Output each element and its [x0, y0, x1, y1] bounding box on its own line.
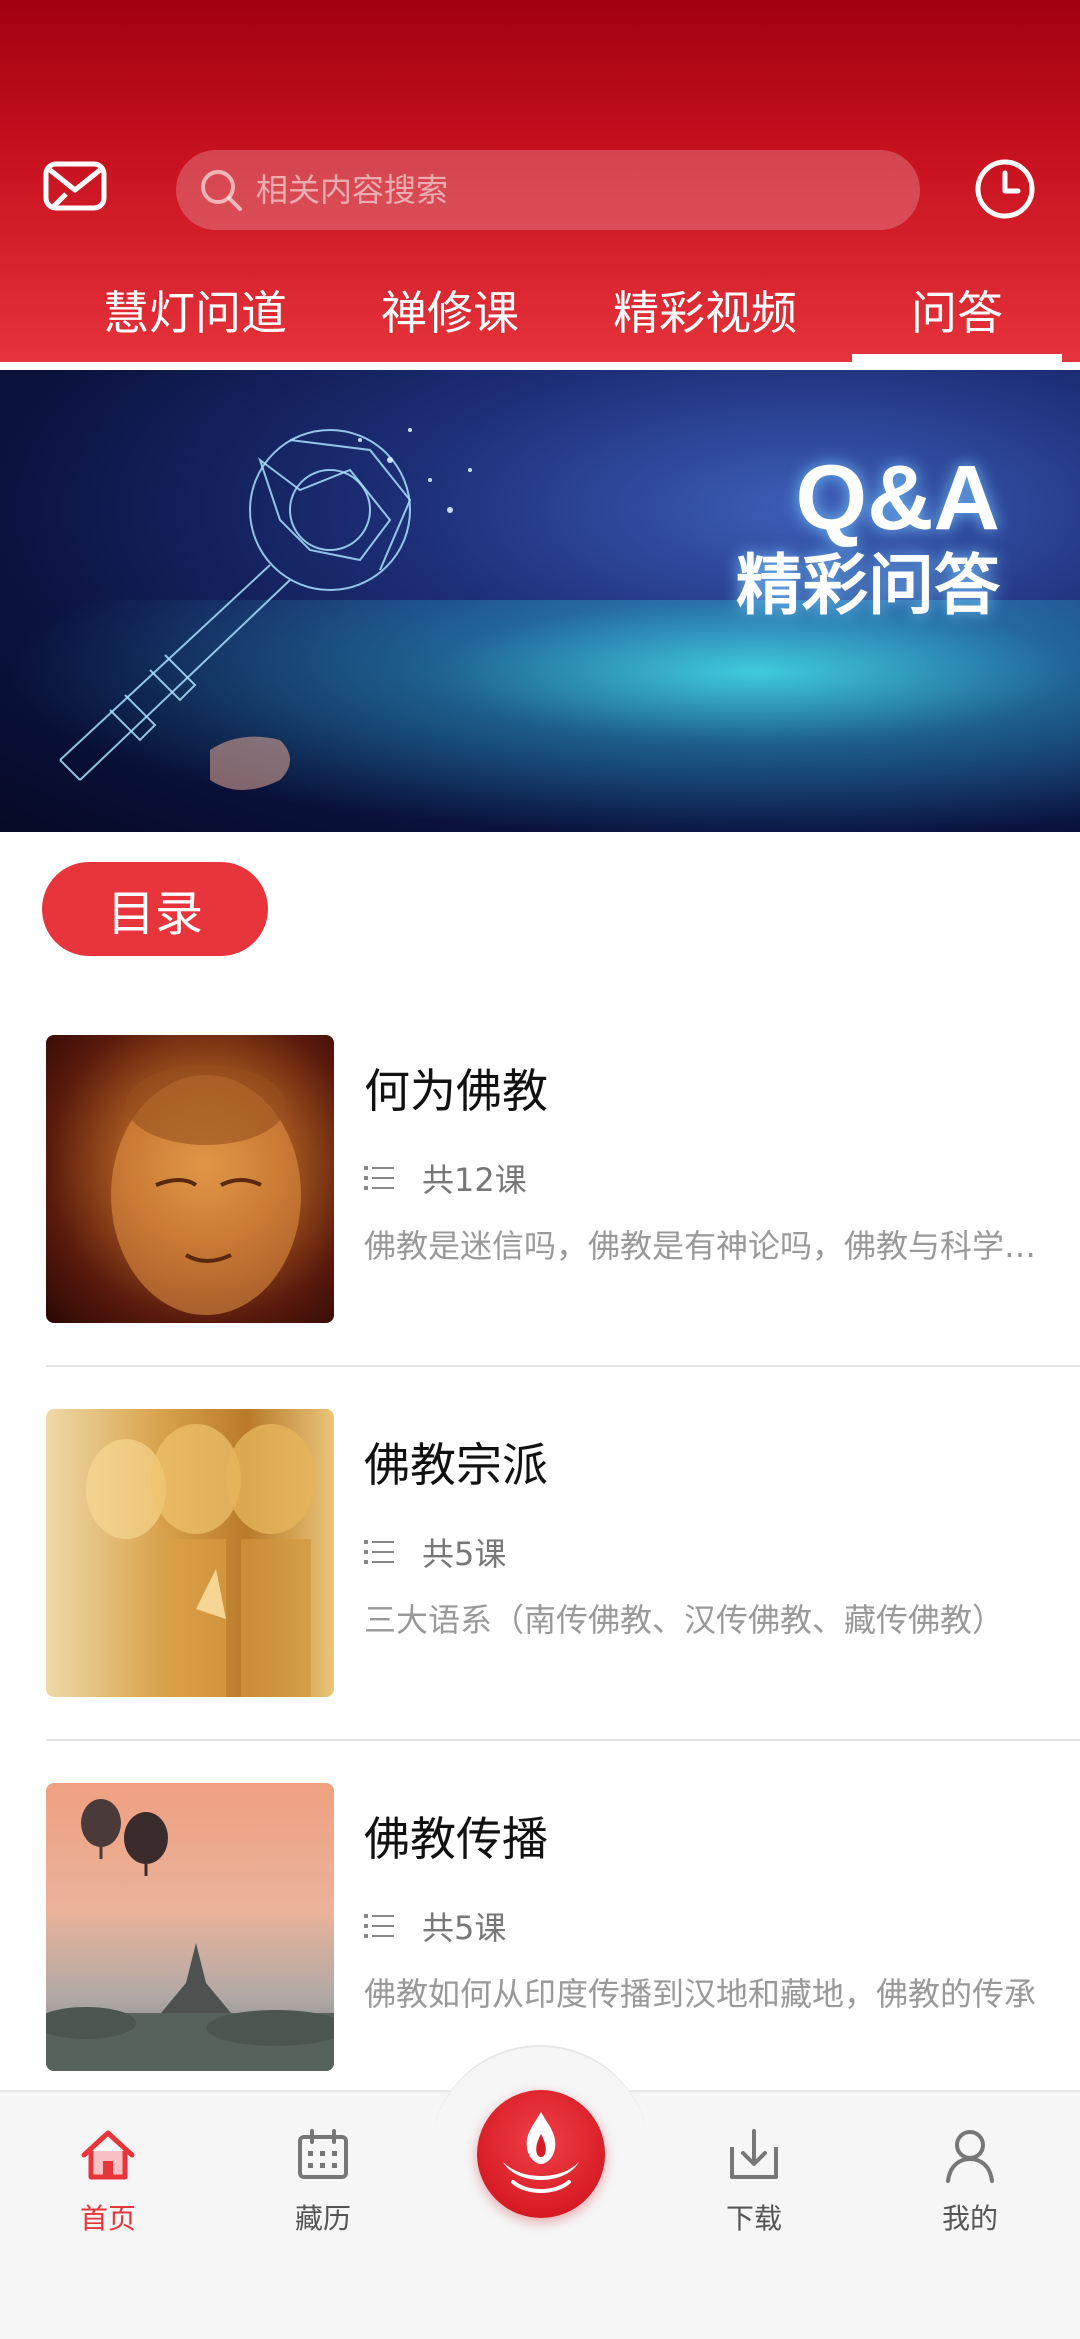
nav-download[interactable]: 下载 — [684, 2125, 824, 2237]
search-bar[interactable] — [176, 150, 920, 230]
lesson-count: 共12课 — [422, 1161, 527, 1199]
divider — [46, 1739, 1080, 1741]
item-meta: 共5课 — [364, 1903, 506, 1949]
clock-icon[interactable] — [972, 156, 1038, 222]
buddha-thumbnail — [46, 1035, 334, 1323]
tab-videos[interactable]: 精彩视频 — [600, 262, 810, 358]
list-item[interactable]: 佛教宗派 共5课 三大语系（南传佛教、汉传佛教、藏传佛教） — [0, 1409, 1080, 1783]
app-header: 慧灯问道 禅修课 精彩视频 问答 — [0, 0, 1080, 362]
list-item[interactable]: 何为佛教 共12课 佛教是迷信吗，佛教是有神论吗，佛教与科学，佛教与宗教 — [0, 1035, 1080, 1409]
lesson-count: 共5课 — [422, 1909, 507, 1947]
nav-home[interactable]: 首页 — [38, 2125, 178, 2237]
user-icon — [946, 2130, 994, 2183]
center-logo-button[interactable] — [477, 2090, 605, 2218]
divider — [46, 1365, 1080, 1367]
tab-meditation[interactable]: 禅修课 — [370, 262, 530, 358]
nav-home-label: 首页 — [79, 2202, 136, 2235]
item-description: 佛教是迷信吗，佛教是有神论吗，佛教与科学，佛教与宗教 — [364, 1227, 1044, 1265]
calendar-icon — [298, 2129, 348, 2179]
home-icon — [81, 2130, 135, 2180]
buddha-statues-thumbnail — [46, 1409, 334, 1697]
nav-profile-label: 我的 — [941, 2202, 998, 2235]
nav-profile[interactable]: 我的 — [900, 2125, 1040, 2237]
mail-icon[interactable] — [40, 156, 112, 216]
key-icon — [59, 428, 472, 790]
item-meta: 共5课 — [364, 1529, 506, 1575]
balloon-temple-thumbnail — [46, 1783, 334, 2071]
nav-calendar[interactable]: 藏历 — [253, 2125, 393, 2237]
lesson-count: 共5课 — [422, 1535, 507, 1573]
banner-title: Q&A — [795, 447, 1000, 549]
search-input[interactable] — [256, 171, 920, 209]
item-meta: 共12课 — [364, 1155, 527, 1201]
banner-title-block: Q&A 精彩问答 — [736, 450, 1000, 626]
item-description: 三大语系（南传佛教、汉传佛教、藏传佛教） — [364, 1601, 1005, 1639]
item-title: 佛教宗派 — [364, 1438, 548, 1492]
item-description: 佛教如何从印度传播到汉地和藏地，佛教的传承 — [364, 1975, 1037, 2013]
item-title: 佛教传播 — [364, 1812, 548, 1866]
nav-download-label: 下载 — [725, 2202, 782, 2235]
catalog-button[interactable]: 目录 — [42, 862, 268, 956]
qa-banner[interactable]: Q&A 精彩问答 — [0, 370, 1080, 832]
banner-subtitle: 精彩问答 — [736, 547, 1000, 624]
search-icon — [201, 170, 242, 211]
tab-huideng[interactable]: 慧灯问道 — [90, 262, 300, 358]
download-icon — [730, 2129, 778, 2179]
list-icon — [364, 1540, 394, 1564]
list-icon — [364, 1914, 394, 1938]
item-title: 何为佛教 — [364, 1064, 548, 1118]
list-icon — [364, 1166, 394, 1190]
tab-qa[interactable]: 问答 — [852, 262, 1062, 362]
nav-calendar-label: 藏历 — [294, 2202, 351, 2235]
tab-bar: 慧灯问道 禅修课 精彩视频 问答 — [0, 262, 1080, 362]
flame-lotus-icon — [503, 2112, 579, 2193]
